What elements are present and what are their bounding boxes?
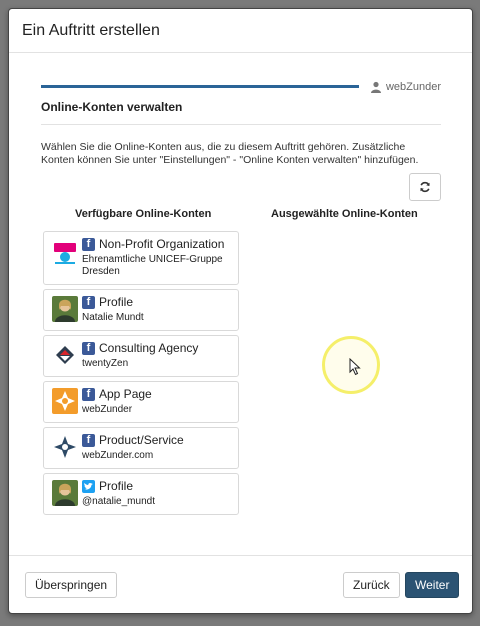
account-type: Product/Service bbox=[99, 433, 184, 447]
skip-button[interactable]: Überspringen bbox=[25, 572, 118, 598]
facebook-icon: f bbox=[82, 238, 95, 251]
dialog-title: Ein Auftritt erstellen bbox=[9, 9, 472, 53]
account-type: Profile bbox=[99, 479, 134, 493]
next-button[interactable]: Weiter bbox=[405, 572, 460, 598]
account-type: App Page bbox=[99, 387, 152, 401]
account-name: Ehrenamtliche UNICEF-Gruppe Dresden bbox=[82, 254, 223, 277]
account-name: twentyZen bbox=[82, 358, 129, 369]
profile-photo bbox=[52, 480, 78, 506]
account-card-natalie-facebook[interactable]: f Profile Natalie Mundt bbox=[43, 289, 239, 331]
webzunder-blue-logo bbox=[52, 434, 78, 460]
available-accounts-list: f Non-Profit Organization Ehrenamtliche … bbox=[43, 231, 239, 519]
current-account: webZunder bbox=[370, 81, 441, 93]
account-name: Natalie Mundt bbox=[82, 312, 144, 323]
account-username: webZunder bbox=[385, 81, 441, 93]
facebook-icon: f bbox=[82, 342, 95, 355]
facebook-icon: f bbox=[82, 388, 95, 401]
user-icon bbox=[370, 81, 381, 93]
account-card-natalie-twitter[interactable]: Profile @natalie_mundt bbox=[43, 473, 239, 515]
account-type: Profile bbox=[99, 295, 134, 309]
intro-text: Wählen Sie die Online-Konten aus, die zu… bbox=[41, 141, 419, 166]
mouse-cursor-icon bbox=[349, 358, 361, 376]
back-button[interactable]: Zurück bbox=[343, 572, 400, 598]
twentyzen-logo bbox=[52, 342, 78, 368]
create-appearance-dialog: Ein Auftritt erstellen webZunder Online-… bbox=[8, 8, 473, 614]
twitter-icon bbox=[82, 480, 95, 493]
account-type: Non-Profit Organization bbox=[99, 237, 225, 251]
account-name: webZunder.com bbox=[82, 450, 154, 461]
progress-bar bbox=[41, 85, 359, 88]
progress-fill bbox=[41, 85, 359, 88]
refresh-button[interactable] bbox=[409, 173, 441, 201]
selected-accounts-heading: Ausgewählte Online-Konten bbox=[271, 208, 418, 220]
facebook-icon: f bbox=[82, 434, 95, 447]
account-card-unicef[interactable]: f Non-Profit Organization Ehrenamtliche … bbox=[43, 231, 239, 285]
unicef-logo bbox=[52, 240, 78, 266]
account-card-webzunder-app[interactable]: f App Page webZunder bbox=[43, 381, 239, 423]
section-title: Online-Konten verwalten bbox=[41, 100, 441, 125]
account-card-webzunder-com[interactable]: f Product/Service webZunder.com bbox=[43, 427, 239, 469]
profile-photo bbox=[52, 296, 78, 322]
account-type: Consulting Agency bbox=[99, 341, 199, 355]
account-name: webZunder bbox=[82, 404, 133, 415]
available-accounts-heading: Verfügbare Online-Konten bbox=[75, 208, 212, 220]
account-card-twentyzen[interactable]: f Consulting Agency twentyZen bbox=[43, 335, 239, 377]
facebook-icon: f bbox=[82, 296, 95, 309]
refresh-icon bbox=[420, 181, 430, 193]
dialog-footer: Überspringen Zurück Weiter bbox=[9, 555, 472, 613]
webzunder-orange-logo bbox=[52, 388, 78, 414]
account-name: @natalie_mundt bbox=[82, 496, 155, 507]
